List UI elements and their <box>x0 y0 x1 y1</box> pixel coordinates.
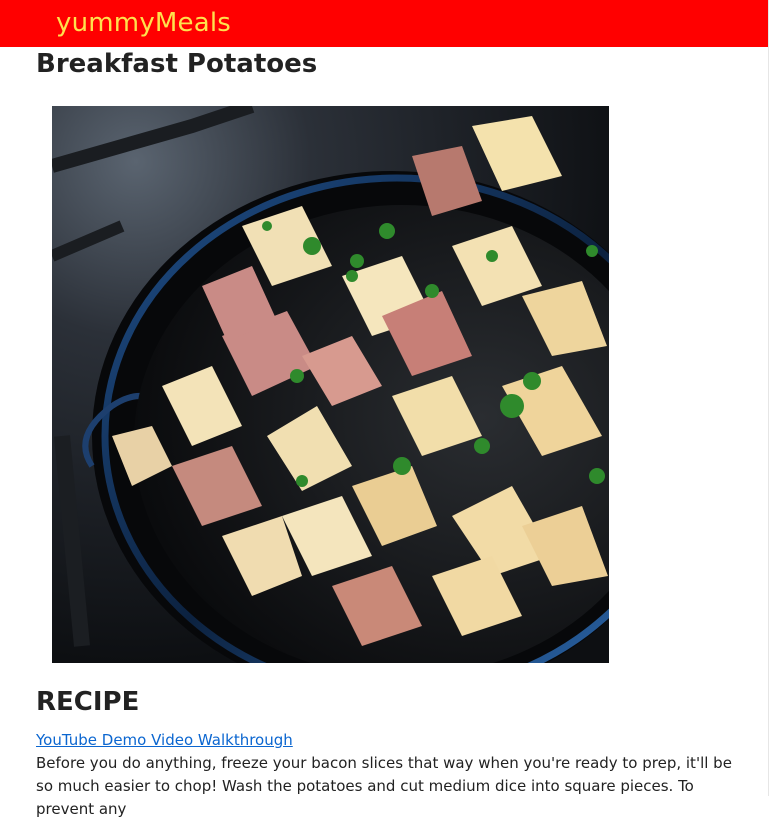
skillet-photo-illustration <box>52 106 609 663</box>
recipe-title: Breakfast Potatoes <box>36 49 318 79</box>
recipe-section-heading: RECIPE <box>36 687 140 717</box>
brand-logo-link[interactable]: yummyMeals <box>56 6 231 40</box>
youtube-demo-link[interactable]: YouTube Demo Video Walkthrough <box>36 730 293 751</box>
recipe-photo <box>52 106 609 663</box>
recipe-instructions: Before you do anything, freeze your baco… <box>36 754 732 818</box>
top-navbar: yummyMeals <box>0 0 768 47</box>
